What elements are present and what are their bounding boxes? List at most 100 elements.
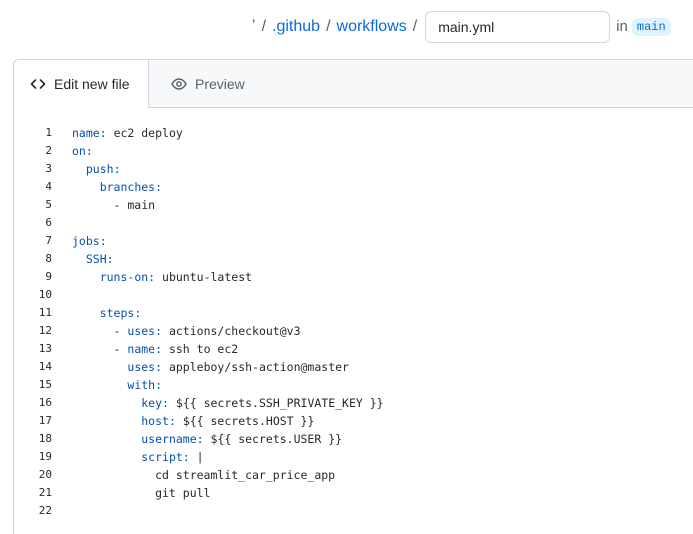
eye-icon (171, 77, 187, 90)
breadcrumb-separator: / (326, 17, 331, 35)
filename-input[interactable] (425, 10, 611, 43)
line-text: git pull (72, 486, 211, 500)
line-text (72, 252, 86, 266)
line-number: 14 (38, 360, 52, 373)
yaml-key: uses (127, 360, 156, 374)
line-text (72, 360, 127, 374)
breadcrumb-link-workflows[interactable]: workflows (337, 18, 407, 36)
line-text: - main (72, 198, 156, 212)
code-line[interactable]: 12 - uses: actions/checkout@v3 (14, 322, 693, 340)
tab-preview[interactable]: Preview (149, 60, 261, 107)
code-line[interactable]: 19 script: | (14, 448, 693, 466)
tab-preview-label: Preview (195, 75, 245, 92)
breadcrumb-link-github[interactable]: .github (272, 18, 320, 36)
line-number: 20 (38, 468, 52, 481)
line-text (72, 396, 141, 410)
yaml-colon: : (168, 414, 176, 428)
line-content: cd streamlit_car_price_app (52, 466, 335, 484)
line-content: steps: (52, 304, 142, 322)
yaml-key: on (72, 144, 86, 158)
code-line[interactable]: 10 (14, 286, 693, 304)
line-content (52, 502, 72, 520)
line-number: 21 (38, 486, 52, 499)
breadcrumb-separator: / (412, 17, 418, 35)
breadcrumb: ʼ / .github / workflows / in main (252, 10, 671, 43)
yaml-key: branches (99, 180, 156, 194)
line-text (72, 450, 141, 464)
line-number: 19 (38, 450, 52, 463)
line-text (72, 378, 127, 392)
code-line[interactable]: 21 git pull (14, 484, 693, 502)
yaml-value: ${{ secrets.USER }} (203, 432, 343, 446)
line-content: with: (52, 376, 162, 394)
code-line[interactable]: 17 host: ${{ secrets.HOST }} (14, 412, 693, 430)
code-line[interactable]: 22 (14, 502, 693, 520)
code-line[interactable]: 1 name: ec2 deploy (14, 124, 693, 142)
code-line[interactable]: 3 push: (14, 160, 693, 178)
line-content (52, 214, 72, 232)
code-editor[interactable]: 1 name: ec2 deploy 2 on: 3 push: 4 branches: 5… (14, 124, 693, 520)
line-number: 17 (38, 414, 52, 427)
code-line[interactable]: 9 runs-on: ubuntu-latest (14, 268, 693, 286)
yaml-value: actions/checkout@v3 (162, 324, 301, 338)
line-number: 15 (38, 378, 52, 391)
breadcrumb-truncated-link[interactable]: ʼ (252, 18, 256, 36)
branch-badge: main (631, 17, 671, 36)
code-line[interactable]: 13 - name: ssh to ec2 (14, 340, 693, 358)
yaml-key: steps (99, 306, 135, 320)
yaml-colon: : (113, 162, 121, 176)
code-line[interactable]: 14 uses: appleboy/ssh-action@master (14, 358, 693, 376)
yaml-key: name (72, 126, 100, 140)
line-number: 8 (45, 252, 52, 265)
yaml-key: SSH (85, 252, 107, 266)
yaml-value: ${{ secrets.SSH_PRIVATE_KEY }} (168, 396, 384, 410)
line-number: 13 (38, 342, 52, 355)
yaml-value: | (189, 450, 204, 464)
line-content: script: | (52, 448, 204, 466)
line-number: 18 (38, 432, 52, 445)
yaml-colon: : (155, 378, 163, 392)
yaml-key: key (141, 396, 163, 410)
yaml-colon: : (182, 450, 190, 464)
yaml-key: jobs (72, 234, 100, 248)
line-number: 1 (45, 126, 52, 139)
yaml-colon: : (155, 180, 163, 194)
code-line[interactable]: 20 cd streamlit_car_price_app (14, 466, 693, 484)
line-number: 10 (38, 288, 52, 301)
line-content (52, 286, 72, 304)
yaml-key: push (85, 162, 114, 176)
line-content: uses: appleboy/ssh-action@master (52, 358, 349, 376)
line-text: cd streamlit_car_price_app (72, 468, 336, 482)
yaml-colon: : (155, 360, 163, 374)
yaml-colon: : (162, 396, 169, 410)
code-line[interactable]: 5 - main (14, 196, 693, 214)
code-line[interactable]: 2 on: (14, 142, 693, 160)
yaml-key: script (141, 450, 183, 464)
line-content: - name: ssh to ec2 (52, 340, 239, 358)
yaml-key: username (141, 432, 197, 446)
code-icon (30, 79, 46, 89)
yaml-value: ssh to ec2 (162, 342, 239, 356)
code-line[interactable]: 11 steps: (14, 304, 693, 322)
tab-edit-new-file[interactable]: Edit new file (14, 60, 149, 108)
yaml-colon: : (99, 234, 107, 248)
breadcrumb-separator: / (261, 17, 267, 35)
yaml-key: uses (127, 324, 156, 338)
line-content: host: ${{ secrets.HOST }} (52, 412, 314, 430)
yaml-value: ubuntu-latest (155, 270, 253, 284)
file-editor: Edit new file Preview 1 name: ec2 deploy 2… (13, 59, 693, 534)
code-line[interactable]: 18 username: ${{ secrets.USER }} (14, 430, 693, 448)
yaml-colon: : (99, 126, 107, 140)
code-line[interactable]: 4 branches: (14, 178, 693, 196)
yaml-key: host (141, 414, 169, 428)
line-text: - (72, 324, 128, 338)
code-line[interactable]: 6 (14, 214, 693, 232)
line-number: 12 (38, 324, 52, 337)
yaml-key: runs-on (99, 270, 149, 284)
code-line[interactable]: 7 jobs: (14, 232, 693, 250)
code-line[interactable]: 8 SSH: (14, 250, 693, 268)
code-line[interactable]: 16 key: ${{ secrets.SSH_PRIVATE_KEY }} (14, 394, 693, 412)
line-content: key: ${{ secrets.SSH_PRIVATE_KEY }} (52, 394, 384, 412)
line-content: SSH: (52, 250, 114, 268)
code-line[interactable]: 15 with: (14, 376, 693, 394)
